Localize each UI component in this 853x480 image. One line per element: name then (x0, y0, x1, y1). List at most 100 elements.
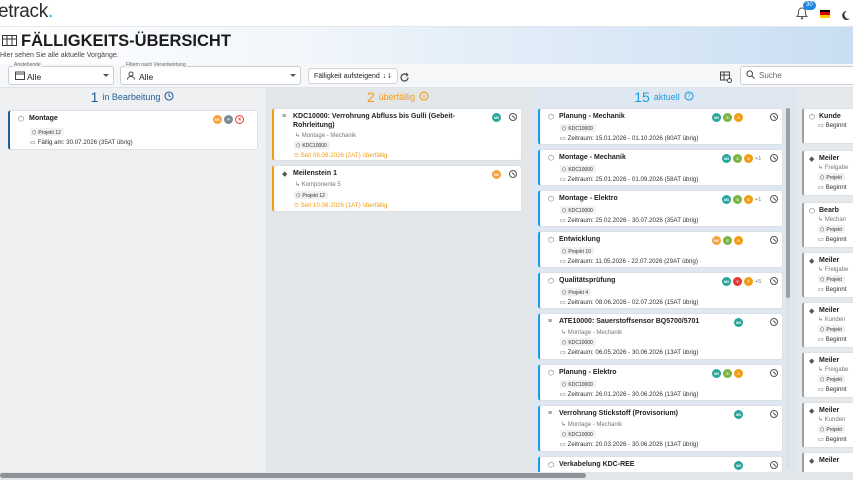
project-chip: ⬡ KDC10000 (560, 380, 596, 388)
sort-button[interactable]: Fälligkeit aufsteigend ↓⇂ (308, 68, 399, 84)
task-card[interactable]: ⬡ Qualitätsprüfung ⬡ Projekt 4 ▭ Zeitraum: 0… (538, 272, 783, 309)
task-card[interactable]: ◆ Meiler ↳ Freigabe ⬡ Projekt ▭ Beginnt (802, 352, 853, 398)
avatar[interactable]: S (723, 369, 732, 378)
hide-icon[interactable] (770, 318, 778, 326)
task-card[interactable]: ⬡ Verkabelung KDC-REE M3 (538, 456, 783, 472)
hide-icon[interactable] (770, 195, 778, 203)
search-input[interactable]: Suche (740, 66, 853, 85)
project-chip: ⬡ KDC10000 (560, 430, 596, 438)
date-range: ▭ Zeitraum: 06.05.2026 - 30.06.2026 (13A… (560, 349, 699, 356)
date-range: ▭ Zeitraum: 08.06.2026 - 02.07.2026 (15A… (560, 299, 699, 306)
hide-icon[interactable] (770, 113, 778, 121)
column-count: 1 (90, 89, 99, 105)
verantwortung-select[interactable]: Filtern nach Verantwortung Alle (120, 62, 301, 85)
avatar[interactable]: M3 (492, 113, 501, 122)
hide-icon[interactable] (770, 154, 778, 162)
package-icon: ⬡ (548, 462, 555, 469)
avatar[interactable]: S (723, 236, 732, 245)
column-label: aktuell (653, 92, 680, 102)
app-logo[interactable]: etrack. (0, 1, 53, 23)
remove-icon[interactable]: × (235, 115, 244, 124)
column-aktuell: 15 aktuell ? ⬡ Planung - Mechanik ⬡ KDC1000… (531, 88, 797, 472)
avatar[interactable]: S (744, 195, 753, 204)
hide-icon[interactable] (509, 170, 517, 178)
top-bar: etrack. 30 (0, 0, 853, 27)
hide-icon[interactable] (770, 410, 778, 418)
hide-icon[interactable] (770, 369, 778, 377)
milestone-icon: ◆ (282, 171, 288, 178)
avatar[interactable]: M3 (712, 113, 721, 122)
avatar[interactable]: S (733, 195, 742, 204)
task-card[interactable]: ⬡ Montage - Elektro ⬡ KDC10000 ▭ Zeitraum: 2… (538, 190, 783, 227)
avatar[interactable]: M3 (734, 410, 743, 419)
date-range: ▭ Zeitraum: 25.02.2026 - 30.07.2026 (35A… (560, 217, 699, 224)
task-card-meilenstein[interactable]: ◆ Meilenstein 1 ↳ Komponente 5 ⬡ Projekt … (272, 165, 522, 212)
sort-ascending-icon: ↓⇂ (382, 73, 393, 80)
task-card[interactable]: ≡ Verrohrung Stickstoff (Provisorium) ↳ Mo… (538, 405, 783, 452)
task-card[interactable]: ⬡ Kunde ▭ Beginnt (802, 108, 853, 144)
task-card[interactable]: ◆ Meiler ↳ Kunden ⬡ Projekt ▭ Beginnt (802, 302, 853, 348)
column-zukuenftig: ⬡ Kunde ▭ Beginnt ◆ Meiler ↳ Freigabe ⬡ Projekt… (797, 88, 853, 472)
language-flag-de-icon[interactable] (820, 9, 830, 18)
column-count: 2 (366, 89, 375, 105)
task-card[interactable]: ⬡ Montage - Mechanik ⬡ KDC10000 ▭ Zeitraum: … (538, 149, 783, 186)
board-horizontal-scrollbar[interactable] (0, 472, 853, 480)
avatar[interactable]: S (723, 113, 732, 122)
date-range: ▭ Zeitraum: 20.03.2026 - 30.06.2026 (13A… (560, 441, 699, 448)
column-scrollbar[interactable] (786, 108, 790, 468)
avatar[interactable]: T (744, 277, 753, 286)
task-card[interactable]: ⬡ Bearb ↳ Mechan ⬡ Projekt ▭ Beginnt (802, 202, 853, 248)
task-list-icon: ≡ (548, 410, 553, 417)
task-list-icon: ≡ (548, 318, 553, 325)
user-icon (127, 71, 137, 82)
notification-bell-icon[interactable]: 30 (795, 0, 816, 21)
task-card-montage[interactable]: ⬡ Montage ⬡ Projekt 12 ▭ Fällig am: 30.07… (8, 110, 258, 150)
avatar[interactable]: S (734, 113, 743, 122)
hide-icon[interactable] (770, 461, 778, 469)
task-card[interactable]: ⬡ Planung - Elektro ⬡ KDC10000 ▭ Zeitraum: 2… (538, 364, 783, 401)
hide-icon[interactable] (770, 277, 778, 285)
task-card[interactable]: ⬡ Planung - Mechanik ⬡ KDC10000 ▭ Zeitraum: … (538, 108, 783, 145)
notification-count-badge: 30 (803, 0, 816, 10)
avatar[interactable]: M3 (722, 277, 731, 286)
avatar[interactable]: S (734, 369, 743, 378)
avatar[interactable]: M3 (734, 318, 743, 327)
avatar[interactable]: NK (492, 170, 501, 179)
overdue-date: ⏲ Seit 10.06.2026 (1AT) überfällig (294, 202, 388, 209)
avatar[interactable]: V (733, 277, 742, 286)
task-card[interactable]: ⬡ Entwicklung ⬡ Projekt 10 ▭ Zeitraum: 11.05… (538, 231, 783, 268)
avatar[interactable]: S (734, 236, 743, 245)
package-icon: ⬡ (18, 116, 25, 123)
avatar[interactable]: P (224, 115, 233, 124)
refresh-icon[interactable] (399, 70, 410, 82)
help-icon: ? (684, 88, 694, 106)
avatar[interactable]: S (744, 154, 753, 163)
task-card[interactable]: ◆ Meiler ↳ Freigabe ⬡ Projekt ▭ Beginnt (802, 150, 853, 196)
avatar[interactable]: NK (712, 236, 721, 245)
filter-bar: Anstehende Alle Filtern nach Verantwortu… (0, 62, 853, 88)
table-settings-icon[interactable] (720, 70, 732, 83)
task-card-verrohrung-abfluss[interactable]: ≡ KDC10000: Verrohrung Abfluss bis Gulli… (272, 108, 522, 161)
project-chip: ⬡ KDC10000 (560, 165, 596, 173)
task-card[interactable]: ◆ Meiler ↳ Kunden ⬡ Projekt ▭ Beginnt (802, 402, 853, 448)
avatar[interactable]: M3 (722, 154, 731, 163)
avatar[interactable]: M3 (712, 369, 721, 378)
hide-icon[interactable] (770, 236, 778, 244)
calendar-icon: ▭ (30, 139, 36, 146)
project-chip: ⬡ Projekt 10 (560, 247, 594, 255)
avatar[interactable]: S (733, 154, 742, 163)
package-icon: ⬡ (548, 114, 555, 121)
task-card[interactable]: ≡ ATE10000: Sauerstoffsensor BQ5700/5701 ↳… (538, 313, 783, 360)
task-card[interactable]: ◆ Meiler ↳ Freigabe ⬡ Projekt ▭ Beginnt (802, 252, 853, 298)
table-grid-icon (2, 32, 17, 51)
project-chip: ⬡ Projekt 4 (560, 288, 592, 296)
avatar[interactable]: M3 (722, 195, 731, 204)
dark-mode-moon-icon[interactable] (840, 8, 851, 20)
avatar[interactable]: M3 (734, 461, 743, 470)
hide-icon[interactable] (509, 113, 517, 121)
package-icon: ⬡ (32, 129, 37, 136)
task-card[interactable]: ◆ Meiler (802, 452, 853, 472)
column-label: in Bearbeitung (102, 92, 161, 102)
avatar[interactable]: NK (213, 115, 222, 124)
anstehende-select[interactable]: Anstehende Alle (8, 62, 114, 85)
